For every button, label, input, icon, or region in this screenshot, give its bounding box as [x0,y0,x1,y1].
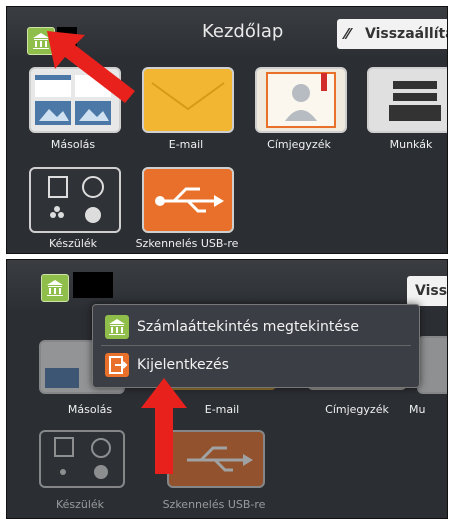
tile-label-copy: Másolás [67,403,113,416]
reset-button[interactable]: Vissz [407,276,448,306]
logout-icon [105,353,129,377]
jobs-icon [389,81,441,121]
jobs-tile[interactable] [417,336,447,394]
billing-icon [105,315,129,339]
menu-item-billing[interactable]: Számlaáttekintés megtekintése [101,313,411,341]
tile-label-address-book: Címjegyzék [267,138,331,151]
redacted-box [73,272,113,298]
page-title: Kezdőlap [202,21,284,42]
tile-label-email: E-mail [168,138,204,151]
usb-icon [155,187,224,213]
tile-label-usb: Szkennelés USB-re [135,237,239,250]
tile-label-device: Készülék [48,237,98,250]
tile-label-device: Készülék [55,498,105,511]
tile-label-address-book: Címjegyzék [325,403,389,416]
tile-label-usb: Szkennelés USB-re [162,498,266,511]
user-menu-panel: Vissz Másolás E-mail Címjegyzék Mu Készü… [6,259,448,519]
tile-label-jobs: Mu [409,403,426,416]
email-tile[interactable] [142,67,234,133]
tile-label-copy: Másolás [50,138,96,151]
wand-icon: ⁄⁄ [345,25,351,43]
menu-item-logout[interactable]: Kijelentkezés [101,351,411,379]
home-button[interactable] [41,274,69,302]
email-icon [151,82,225,111]
device-icon [54,437,111,479]
home-screen-panel: Kezdőlap ⁄⁄ Visszaállítás Másolás E-mail… [6,6,448,254]
reset-button[interactable]: ⁄⁄ Visszaállítás [337,19,447,49]
bank-icon [47,280,63,296]
reset-label: Visszaállítás [365,26,447,42]
red-arrow-to-logout [141,378,187,474]
tile-label-jobs: Munkák [389,138,433,151]
address-book-icon [266,72,336,128]
device-tile[interactable] [29,167,121,233]
red-arrow-to-home-button [47,31,135,103]
menu-item-logout-label: Kijelentkezés [137,357,229,373]
jobs-tile[interactable] [367,67,447,133]
usb-tile[interactable] [142,167,234,233]
device-tile[interactable] [39,430,125,488]
address-book-tile[interactable] [255,67,347,133]
reset-label: Vissz [415,283,448,299]
device-icon [48,176,104,223]
menu-divider [101,345,411,346]
menu-item-billing-label: Számlaáttekintés megtekintése [137,319,359,335]
